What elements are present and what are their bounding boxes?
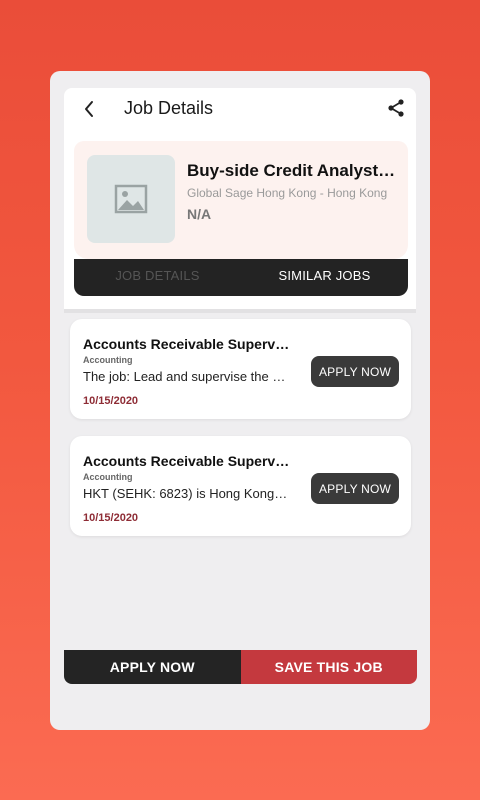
apply-now-main-button[interactable]: APPLY NOW [64, 650, 241, 684]
job-header: Buy-side Credit Analyst, Fixed Income Gl… [64, 129, 416, 309]
similar-job-category: Accounting [83, 472, 133, 482]
tab-job-details[interactable]: JOB DETAILS [74, 259, 241, 296]
image-placeholder-icon [114, 184, 148, 214]
similar-job-description: HKT (SEHK: 6823) is Hong Kong's premier [83, 486, 288, 501]
back-arrow-icon [85, 101, 93, 117]
app-bar: Job Details [64, 88, 416, 129]
similar-job-description: The job: Lead and supervise the team [83, 369, 288, 384]
bottom-action-bar: APPLY NOW SAVE THIS JOB [64, 650, 417, 684]
divider [64, 309, 416, 313]
share-button[interactable] [384, 96, 408, 120]
back-button[interactable] [78, 97, 102, 121]
apply-now-button[interactable]: APPLY NOW [311, 356, 399, 387]
list-item[interactable]: Accounts Receivable Supervisor Accountin… [70, 436, 411, 536]
share-icon [388, 99, 404, 117]
similar-job-date: 10/15/2020 [83, 395, 139, 407]
similar-job-date: 10/15/2020 [83, 512, 139, 524]
page-title: Job Details [124, 98, 214, 118]
similar-job-title: Accounts Receivable Supervisor [83, 336, 293, 352]
similar-job-title: Accounts Receivable Supervisor [83, 453, 293, 469]
tab-bar: JOB DETAILS SIMILAR JOBS [74, 259, 408, 296]
job-summary: Buy-side Credit Analyst, Fixed Income Gl… [74, 141, 408, 259]
company-logo [87, 155, 175, 243]
list-item[interactable]: Accounts Receivable Supervisor Accountin… [70, 319, 411, 419]
similar-job-category: Accounting [83, 355, 133, 365]
job-details-card: Job Details Buy-side Credit Analyst, Fix… [50, 71, 430, 730]
job-title: Buy-side Credit Analyst, Fixed Income [187, 161, 397, 180]
apply-now-button[interactable]: APPLY NOW [311, 473, 399, 504]
company-name: Global Sage Hong Kong - Hong Kong [187, 186, 388, 200]
save-job-button[interactable]: SAVE THIS JOB [240, 650, 417, 684]
tab-similar-jobs[interactable]: SIMILAR JOBS [241, 259, 408, 296]
salary: N/A [187, 206, 212, 222]
